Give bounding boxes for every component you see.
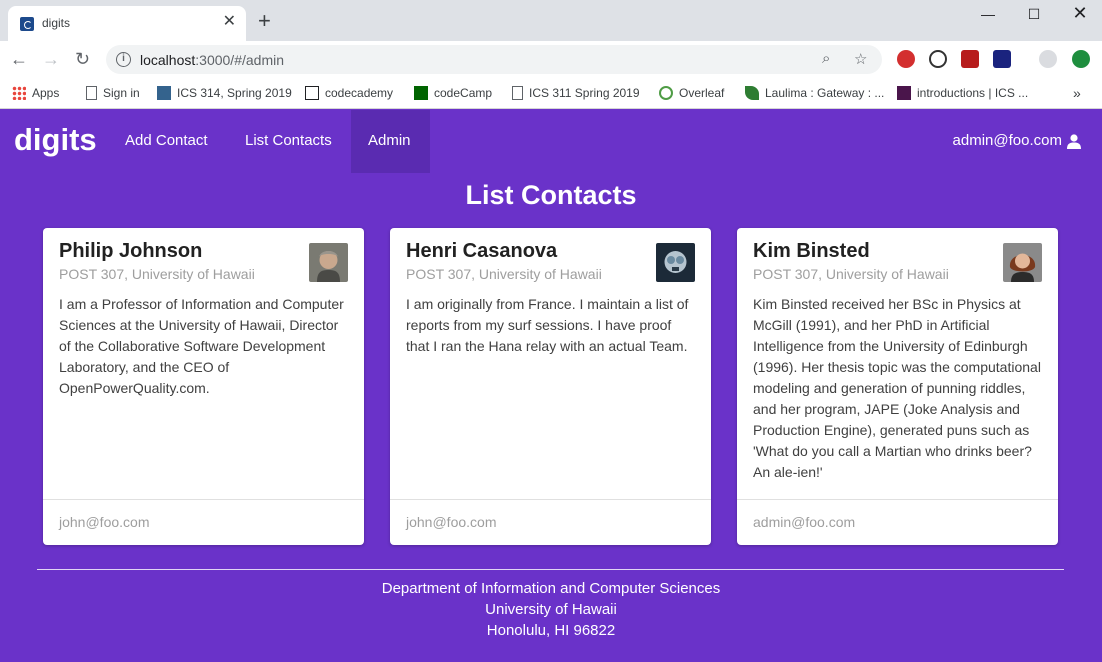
- minimize-icon[interactable]: —: [973, 6, 1003, 26]
- maximize-icon[interactable]: ☐: [1019, 6, 1049, 26]
- close-window-icon[interactable]: ✕: [1065, 3, 1095, 23]
- address-bar[interactable]: i localhost:3000/#/admin ⌕ ☆: [106, 45, 882, 74]
- bookmark-apps[interactable]: Apps: [12, 84, 59, 102]
- zoom-icon[interactable]: ⌕: [822, 50, 830, 67]
- page-title: List Contacts: [465, 180, 637, 210]
- bookmark-star-icon[interactable]: ☆: [854, 50, 867, 68]
- contact-avatar: [309, 243, 348, 282]
- update-icon[interactable]: [1072, 50, 1090, 68]
- contact-address: POST 307, University of Hawaii: [59, 266, 255, 282]
- extension-icon[interactable]: [961, 50, 979, 68]
- contact-card: Kim Binsted POST 307, University of Hawa…: [737, 228, 1058, 545]
- adblock-icon[interactable]: [897, 50, 915, 68]
- contact-avatar: [1003, 243, 1042, 282]
- footer-address: Honolulu, HI 96822: [486, 622, 616, 639]
- user-menu[interactable]: admin@foo.com: [953, 132, 1082, 149]
- overleaf-icon: [659, 86, 673, 100]
- contact-avatar: [656, 243, 695, 282]
- browser-tab[interactable]: digits ✕: [8, 6, 246, 41]
- contact-card: Henri Casanova POST 307, University of H…: [390, 228, 711, 545]
- bookmark-label: ICS 314, Spring 2019: [177, 86, 292, 100]
- bookmark-label: Laulima : Gateway : ...: [765, 86, 885, 100]
- contact-name: Kim Binsted: [753, 240, 870, 262]
- bookmark-label: Sign in: [103, 86, 140, 100]
- browser-tabstrip: digits ✕ + — ☐ ✕: [0, 0, 1102, 41]
- card-footer: john@foo.com: [43, 499, 364, 545]
- url-text: localhost:3000/#/admin: [140, 52, 284, 68]
- contact-address: POST 307, University of Hawaii: [753, 266, 949, 282]
- more-bookmarks-icon[interactable]: »: [1073, 84, 1081, 102]
- slack-icon: [897, 86, 911, 100]
- profile-avatar-icon[interactable]: [1039, 50, 1057, 68]
- back-icon[interactable]: ←: [10, 49, 28, 69]
- contact-owner: admin@foo.com: [753, 514, 856, 530]
- bookmark-laulima[interactable]: Laulima : Gateway : ...: [745, 84, 884, 102]
- bookmark-codecademy[interactable]: codecademy: [305, 84, 393, 102]
- user-icon: [1067, 133, 1081, 149]
- extension-icon[interactable]: [993, 50, 1011, 68]
- bookmark-ics311[interactable]: ICS 311 Spring 2019: [512, 84, 640, 102]
- leaf-icon: [745, 86, 759, 100]
- footer-department: Department of Information and Computer S…: [381, 580, 721, 597]
- contact-card: Philip Johnson POST 307, University of H…: [43, 228, 364, 545]
- url-host: localhost: [140, 52, 196, 68]
- card-footer: admin@foo.com: [737, 499, 1058, 545]
- app-navbar: digits Add Contact List Contacts Admin a…: [0, 110, 1102, 173]
- user-email: admin@foo.com: [952, 132, 1062, 149]
- contact-owner: john@foo.com: [406, 514, 497, 530]
- contact-description: Kim Binsted received her BSc in Physics …: [753, 296, 1041, 480]
- tab-title: digits: [42, 16, 71, 30]
- footer-university: University of Hawaii: [485, 601, 617, 618]
- contact-address: POST 307, University of Hawaii: [406, 266, 602, 282]
- reload-icon[interactable]: ↻: [75, 49, 90, 69]
- bookmark-sign-in[interactable]: Sign in: [86, 84, 140, 102]
- forward-icon[interactable]: →: [42, 49, 60, 69]
- contact-name: Henri Casanova: [406, 240, 558, 262]
- contact-name: Philip Johnson: [59, 240, 203, 262]
- nav-admin[interactable]: Admin: [368, 132, 411, 149]
- footer-divider: [37, 569, 1064, 570]
- codecamp-icon: [414, 86, 428, 100]
- bookmark-introductions[interactable]: introductions | ICS ...: [897, 84, 1028, 102]
- extension-icon[interactable]: [929, 50, 947, 68]
- new-tab-icon[interactable]: +: [258, 10, 271, 32]
- laulima-icon: [157, 86, 171, 100]
- page-icon: [512, 86, 523, 100]
- tab-close-icon[interactable]: ✕: [223, 14, 236, 30]
- bookmark-overleaf[interactable]: Overleaf: [659, 84, 724, 102]
- card-footer: john@foo.com: [390, 499, 711, 545]
- nav-add-contact[interactable]: Add Contact: [125, 132, 208, 149]
- contact-owner: john@foo.com: [59, 514, 150, 530]
- bookmark-ics314[interactable]: ICS 314, Spring 2019: [157, 84, 292, 102]
- brand-logo[interactable]: digits: [14, 122, 97, 158]
- browser-toolbar: ← → ↻ i localhost:3000/#/admin ⌕ ☆: [0, 41, 1102, 78]
- url-path: :3000/#/admin: [195, 52, 284, 68]
- bookmark-label: codeCamp: [434, 86, 493, 100]
- bookmark-label: introductions | ICS ...: [917, 86, 1029, 100]
- bookmark-codecamp[interactable]: codeCamp: [414, 84, 492, 102]
- apps-grid-icon: [12, 86, 26, 100]
- favicon-icon: [20, 17, 34, 31]
- page-icon: [86, 86, 97, 100]
- bookmarks-bar: Apps Sign in ICS 314, Spring 2019 codeca…: [0, 78, 1102, 109]
- info-icon[interactable]: i: [116, 52, 131, 67]
- nav-list-contacts[interactable]: List Contacts: [245, 132, 332, 149]
- bookmark-label: Apps: [32, 86, 60, 100]
- codecademy-icon: [305, 86, 319, 100]
- contact-description: I am a Professor of Information and Comp…: [59, 296, 344, 396]
- bookmark-label: ICS 311 Spring 2019: [529, 86, 640, 100]
- bookmark-label: codecademy: [325, 86, 394, 100]
- contact-description: I am originally from France. I maintain …: [406, 296, 689, 354]
- page-footer: Department of Information and Computer S…: [0, 578, 1102, 641]
- bookmark-label: Overleaf: [679, 86, 725, 100]
